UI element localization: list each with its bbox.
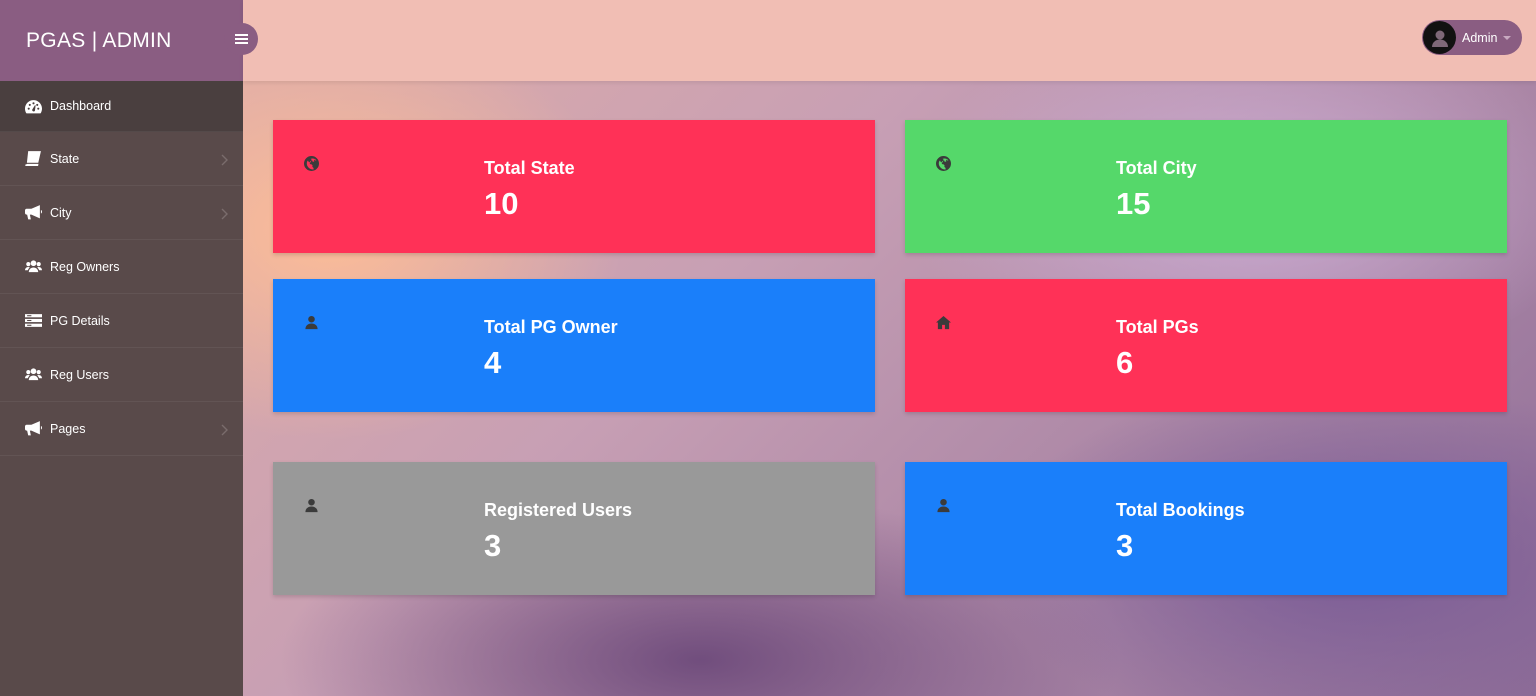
user-avatar-icon [1431,30,1448,47]
sidebar-item-label: State [50,151,80,166]
users-icon [24,367,42,383]
card-value: 4 [484,345,502,380]
user-name: Admin [1462,30,1498,45]
card-registered-users[interactable]: Registered Users 3 [273,462,875,595]
sidebar-item-label: Dashboard [50,99,112,113]
book-icon [24,151,42,167]
card-value: 3 [1116,528,1134,563]
card-title: Total PG Owner [484,317,618,337]
dashboard-icon [24,98,42,114]
card-total-bookings[interactable]: Total Bookings 3 [905,462,1507,595]
globe-icon [304,156,320,172]
avatar [1423,21,1456,54]
card-value: 3 [484,528,502,563]
sidebar-item-label: PG Details [50,313,110,328]
sidebar-item-reg-users[interactable]: Reg Users [0,348,243,402]
card-title: Total State [484,158,575,178]
sidebar-item-city[interactable]: City [0,186,243,240]
caret-down-icon [1503,35,1512,40]
card-total-city[interactable]: Total City 15 [905,120,1507,253]
user-menu-button[interactable]: Admin [1422,20,1522,55]
card-total-state[interactable]: Total State 10 [273,120,875,253]
globe-icon [936,156,952,172]
chevron-right-icon [219,153,229,165]
hamburger-icon [235,34,248,44]
sidebar-nav: Dashboard State City Reg Owners PG Detai… [0,81,243,456]
bullhorn-icon [24,205,42,221]
brand-bar: PGAS | ADMIN [0,0,243,81]
bullhorn-icon [24,421,42,437]
sidebar-item-dashboard[interactable]: Dashboard [0,81,243,132]
chevron-right-icon [219,423,229,435]
card-value: 10 [484,186,519,221]
top-header [243,0,1536,81]
card-title: Registered Users [484,500,633,520]
sidebar-item-state[interactable]: State [0,132,243,186]
card-title: Total PGs [1116,317,1199,337]
sidebar-item-reg-owners[interactable]: Reg Owners [0,240,243,294]
sidebar-item-label: Reg Owners [50,259,120,274]
home-icon [936,315,952,331]
sidebar-toggle-button[interactable] [224,23,258,55]
card-total-pg-owner[interactable]: Total PG Owner 4 [273,279,875,412]
sidebar-item-pages[interactable]: Pages [0,402,243,456]
sidebar-item-label: Reg Users [50,367,110,382]
sidebar-item-label: Pages [50,421,86,436]
user-icon [936,498,952,514]
sidebar-item-label: City [50,205,72,220]
user-icon [304,498,320,514]
chevron-right-icon [219,207,229,219]
card-total-pgs[interactable]: Total PGs 6 [905,279,1507,412]
sidebar: PGAS | ADMIN Dashboard State City Reg Ow… [0,0,243,696]
card-title: Total City [1116,158,1197,178]
users-icon [24,259,42,275]
card-title: Total Bookings [1116,500,1245,520]
user-icon [304,315,320,331]
card-value: 15 [1116,186,1151,221]
brand-title: PGAS | ADMIN [26,28,172,52]
card-value: 6 [1116,345,1134,380]
list-icon [24,313,42,329]
sidebar-item-pg-details[interactable]: PG Details [0,294,243,348]
